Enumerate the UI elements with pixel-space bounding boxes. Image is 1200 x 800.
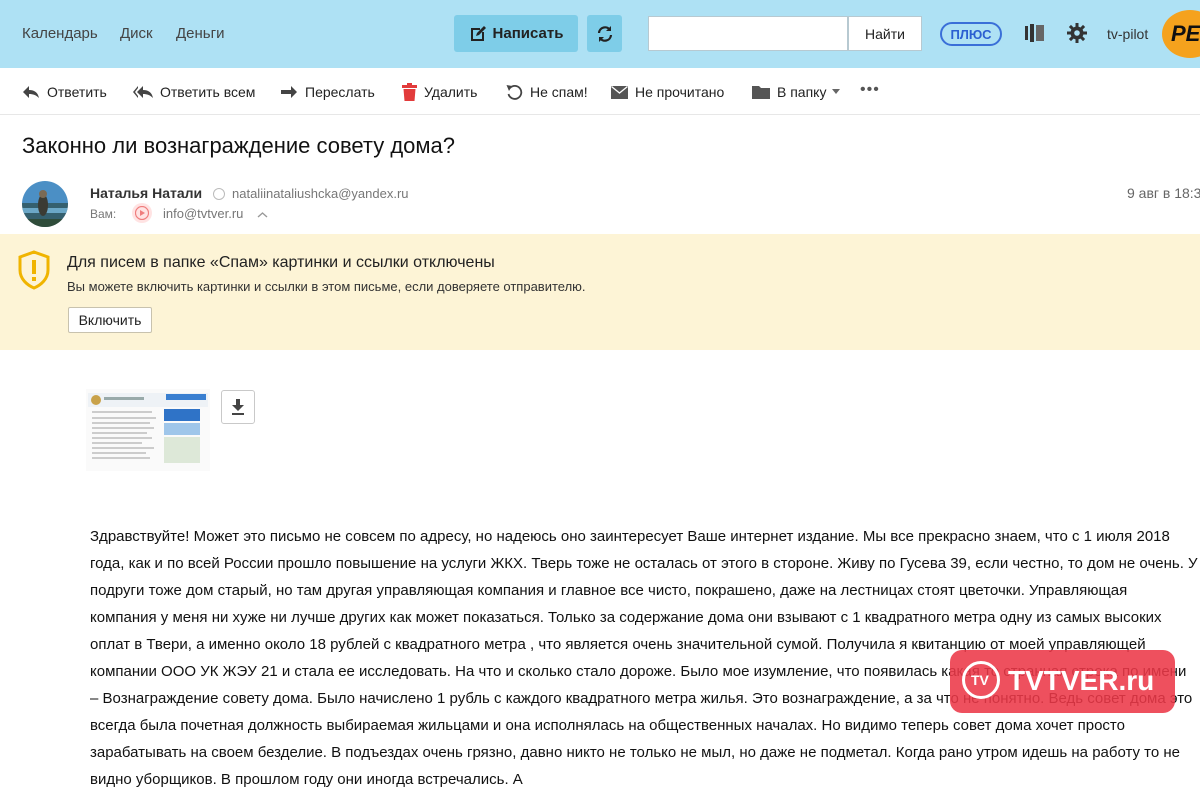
reply-button[interactable]: Ответить [22,82,107,102]
compose-button[interactable]: Написать [454,15,578,52]
nav-money-link[interactable]: Деньги [176,25,224,42]
contact-circle-icon [213,188,225,200]
recipient-label: Вам: [90,207,117,221]
sender-avatar[interactable] [22,181,68,227]
delete-button[interactable]: Удалить [402,82,477,102]
ren-tv-logo: РЕН [1162,10,1200,58]
columns-icon[interactable] [1024,22,1046,49]
envelope-icon [611,85,628,99]
download-icon [232,399,244,415]
more-actions-button[interactable]: ••• [860,81,880,99]
tv-logo-icon: TV [962,661,1000,699]
mark-unread-label: Не прочитано [635,84,725,100]
move-to-folder-button[interactable]: В папку [752,82,841,102]
download-button[interactable] [221,390,255,424]
nav-calendar-link[interactable]: Календарь [22,25,98,42]
gear-icon[interactable] [1066,22,1088,49]
search-button[interactable]: Найти [848,16,922,51]
forward-arrow-icon [281,86,297,98]
reply-icon [23,86,39,98]
recipient-email[interactable]: info@tvtver.ru [163,206,243,221]
shield-warning-icon [18,250,50,295]
reply-label: Ответить [47,84,107,100]
delete-label: Удалить [424,84,478,100]
forward-button[interactable]: Переслать [280,82,375,102]
ren-logo-text: РЕН [1171,21,1200,46]
refresh-icon [597,25,612,42]
caret-down-icon [832,89,841,94]
plus-button[interactable]: ПЛЮС [940,22,1002,46]
refresh-button[interactable] [587,15,622,52]
sender-name[interactable]: Наталья Натали [90,185,202,201]
spam-warning-banner: Для писем в папке «Спам» картинки и ссыл… [0,234,1200,350]
folder-icon [752,86,770,99]
trash-icon [402,83,417,101]
not-spam-button[interactable]: Не спам! [506,82,588,102]
nav-disk-link[interactable]: Диск [120,25,153,42]
tvtver-watermark: TV TVTVER.ru [950,650,1175,713]
message-toolbar: Ответить Ответить всем Переслать Удалить… [0,68,1200,115]
reply-all-button[interactable]: Ответить всем [133,82,255,102]
reply-all-label: Ответить всем [160,84,256,100]
pencil-icon [470,25,486,41]
top-header: Календарь Диск Деньги Написать Найти ПЛЮ… [0,0,1200,68]
message-date: 9 авг в 18:3 [1127,185,1200,201]
chevron-up-icon[interactable] [257,206,268,224]
username-link[interactable]: tv-pilot [1107,26,1148,42]
attachment-thumbnail[interactable] [86,389,210,471]
undo-icon [506,84,523,100]
search-input[interactable] [648,16,848,51]
recipient-play-icon [132,203,152,223]
sender-email[interactable]: nataliinataliushcka@yandex.ru [232,186,409,201]
not-spam-label: Не спам! [530,84,588,100]
warning-title: Для писем в папке «Спам» картинки и ссыл… [67,254,495,271]
enable-images-button[interactable]: Включить [68,307,152,333]
forward-label: Переслать [305,84,375,100]
watermark-text: TVTVER.ru [1008,665,1155,696]
mark-unread-button[interactable]: Не прочитано [611,82,724,102]
compose-label: Написать [492,25,564,42]
warning-text: Вы можете включить картинки и ссылки в э… [67,279,586,294]
reply-all-icon [133,86,153,98]
move-to-folder-label: В папку [777,84,827,100]
message-subject: Законно ли вознаграждение совету дома? [22,133,456,158]
